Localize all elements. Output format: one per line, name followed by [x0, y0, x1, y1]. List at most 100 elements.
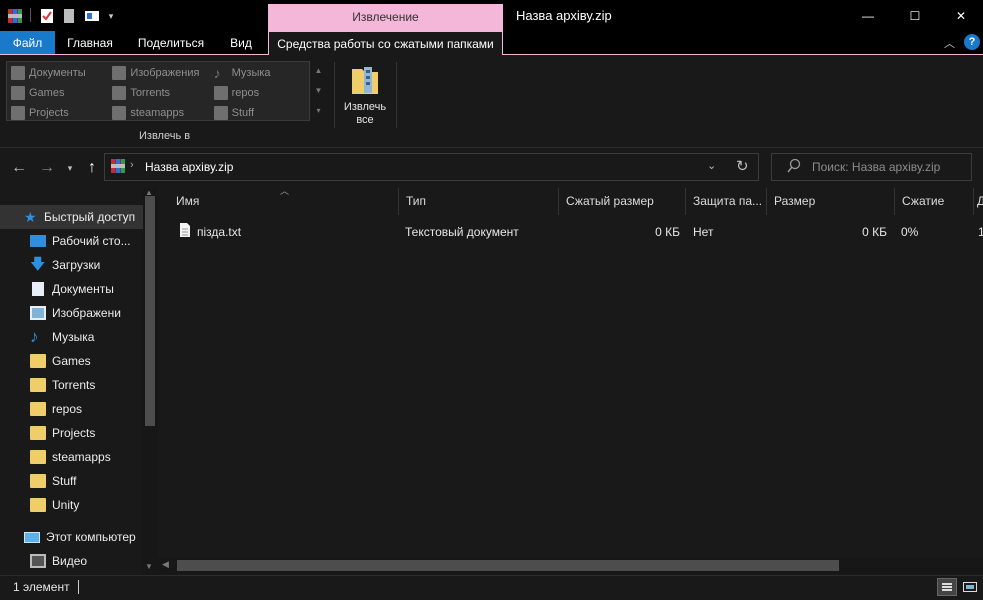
scrollbar-thumb[interactable] [177, 560, 839, 571]
nav-this-pc[interactable]: Этот компьютер [24, 525, 136, 549]
tab-share[interactable]: Поделиться [130, 31, 212, 55]
computer-icon [24, 531, 40, 543]
gallery-item[interactable]: steamapps [112, 103, 213, 123]
column-header-date[interactable]: Д [974, 188, 983, 215]
scroll-down-icon[interactable]: ▼ [145, 562, 153, 571]
folder-icon [30, 498, 46, 512]
column-header-protected[interactable]: Защита па... [686, 188, 767, 215]
group-label-extract-to: Извлечь в [139, 130, 191, 142]
gallery-item[interactable]: Torrents [112, 83, 213, 103]
folder-icon [30, 426, 46, 440]
scrollbar-thumb[interactable] [145, 196, 155, 426]
column-header-size[interactable]: Размер [767, 188, 895, 215]
star-icon: ★ [24, 209, 37, 225]
search-icon [786, 158, 802, 177]
scroll-left-icon[interactable]: ◀ [162, 559, 169, 570]
nav-item-video[interactable]: Видео [30, 549, 87, 573]
column-header-name[interactable]: Имя [169, 188, 399, 215]
text-file-icon [179, 222, 191, 241]
nav-item-downloads[interactable]: 🡇 Загрузки📌 [30, 253, 166, 277]
nav-item-folder[interactable]: repos📌 [30, 397, 166, 421]
nav-item-folder[interactable]: Games📌 [30, 349, 166, 373]
nav-item-desktop[interactable]: Рабочий сто...📌 [30, 229, 166, 253]
back-arrow-icon[interactable]: ← [10, 158, 28, 178]
extract-all-button[interactable]: Извлечь все [336, 60, 394, 128]
customize-toolbar-icon[interactable]: ▾ [105, 6, 117, 26]
recent-locations-icon[interactable]: ▾ [63, 158, 77, 178]
nav-item-folder[interactable]: Torrents📌 [30, 373, 166, 397]
folder-icon [30, 402, 46, 416]
divider [78, 580, 79, 594]
folder-icon [30, 354, 46, 368]
file-type: Текстовый документ [405, 225, 519, 239]
tab-file[interactable]: Файл [0, 31, 55, 55]
nav-item-music[interactable]: ♪ Музыка📌 [30, 325, 166, 349]
separator [30, 8, 31, 22]
gallery-item[interactable]: Stuff [213, 103, 309, 123]
expand-gallery-icon[interactable]: ▾ [312, 101, 325, 121]
chevron-up-icon[interactable]: ︿ [944, 35, 955, 51]
tab-home[interactable]: Главная [60, 31, 120, 55]
folder-icon [213, 86, 228, 100]
gallery-scroll[interactable]: ▲ ▼ ▾ [312, 61, 325, 121]
status-bar [0, 575, 983, 600]
folder-icon [30, 378, 46, 392]
tab-compressed-folder-tools[interactable]: Средства работы со сжатыми папками [268, 31, 503, 55]
breadcrumb-chevron-icon[interactable]: › [130, 159, 134, 171]
tab-view[interactable]: Вид [222, 31, 260, 55]
nav-item-folder[interactable]: Stuff📌 [30, 469, 166, 493]
arrow-down-icon[interactable]: ▼ [312, 81, 325, 101]
nav-item-documents[interactable]: Документы📌 [30, 277, 166, 301]
download-arrow-icon: 🡇 [30, 256, 46, 273]
zip-folder-icon [352, 67, 378, 94]
item-count: 1 элемент [13, 580, 70, 594]
search-placeholder: Поиск: Назва архіву.zip [812, 160, 941, 174]
arrow-up-icon[interactable]: ▲ [312, 61, 325, 81]
music-note-icon: ♪ [213, 65, 221, 81]
forward-arrow-icon[interactable]: → [38, 158, 56, 178]
file-name[interactable]: пізда.txt [197, 223, 241, 241]
properties-icon[interactable] [38, 6, 56, 26]
up-arrow-icon[interactable]: ↑ [83, 158, 101, 178]
gallery-item[interactable]: Документы [11, 63, 112, 83]
nav-item-folder[interactable]: Unity📌 [30, 493, 166, 517]
refresh-icon[interactable]: ↻ [736, 157, 749, 175]
file-list [158, 188, 983, 575]
winrar-app-icon[interactable] [6, 6, 24, 26]
column-header-packed-size[interactable]: Сжатый размер [559, 188, 686, 215]
large-icons-view-button[interactable] [960, 578, 980, 596]
folder-icon [30, 450, 46, 464]
column-header-ratio[interactable]: Сжатие [895, 188, 974, 215]
context-tab-extract: Извлечение [268, 4, 503, 31]
large-icons-view-icon [963, 582, 977, 592]
file-size: 0 КБ [862, 225, 887, 239]
file-date: 1 [978, 225, 983, 239]
gallery-item[interactable]: ♪ Музыка [214, 63, 309, 83]
gallery-item[interactable]: Games [11, 83, 112, 103]
nav-item-folder[interactable]: steamapps📌 [30, 445, 166, 469]
column-header-type[interactable]: Тип [399, 188, 559, 215]
rename-icon[interactable] [82, 6, 102, 26]
maximize-button[interactable]: ☐ [892, 0, 938, 31]
minimize-button[interactable]: — [845, 0, 891, 31]
gallery-item[interactable]: repos [213, 83, 309, 103]
nav-item-pictures[interactable]: Изображени📌 [30, 301, 166, 325]
address-dropdown-icon[interactable]: ⌄ [707, 159, 716, 172]
desktop-icon [30, 235, 46, 247]
gallery-item[interactable]: Projects [11, 103, 112, 123]
folder-icon [11, 86, 25, 100]
document-icon [11, 66, 25, 80]
file-packed-size: 0 КБ [655, 225, 680, 239]
nav-item-folder[interactable]: Projects📌 [30, 421, 166, 445]
details-view-button[interactable] [937, 578, 957, 596]
window-title: Назва архіву.zip [516, 8, 612, 23]
help-icon[interactable]: ? [964, 34, 980, 50]
close-button[interactable]: ✕ [938, 0, 983, 31]
new-folder-icon[interactable] [60, 6, 78, 26]
divider [334, 62, 335, 128]
breadcrumb[interactable]: Назва архіву.zip [145, 160, 233, 174]
file-protected: Нет [693, 225, 714, 239]
video-icon [30, 554, 46, 568]
gallery-item[interactable]: Изображения [112, 63, 213, 83]
nav-quick-access[interactable]: ★ Быстрый доступ [24, 205, 135, 229]
